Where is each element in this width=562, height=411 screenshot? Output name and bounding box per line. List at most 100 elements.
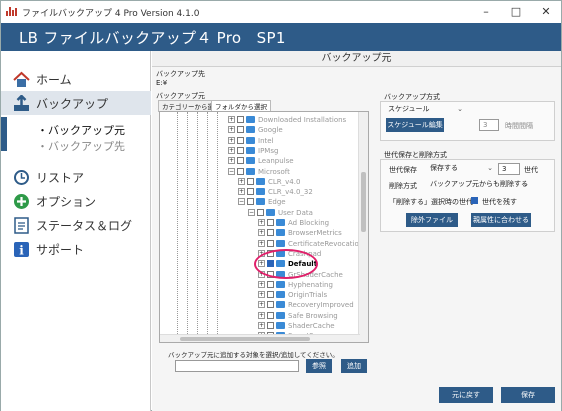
exclude-files-button[interactable]: 除外ファイル: [406, 213, 458, 227]
expand-icon[interactable]: +: [258, 239, 265, 247]
tree-node-checkbox[interactable]: [247, 177, 254, 185]
tree-node[interactable]: + Leanpulse: [160, 156, 360, 166]
tree-node-checkbox[interactable]: [267, 322, 274, 329]
tree-node-checkbox[interactable]: [267, 291, 274, 299]
sidebar-item-restore[interactable]: リストア: [1, 165, 151, 189]
sidebar-item-support[interactable]: i サポート: [1, 237, 151, 261]
folder-icon: [246, 167, 255, 175]
expand-icon[interactable]: +: [258, 322, 265, 329]
schedule-dropdown[interactable]: スケジュール ⌄: [385, 103, 465, 115]
tree-node-label: Downloaded Installations: [258, 116, 347, 124]
expand-icon[interactable]: +: [258, 291, 265, 299]
tree-node[interactable]: − Edge: [160, 197, 360, 207]
expand-icon[interactable]: +: [228, 146, 235, 154]
tree-node-label: OriginTrials: [288, 291, 328, 300]
tree-node-checkbox[interactable]: [237, 167, 244, 175]
tree-node[interactable]: + BrowserMetrics: [160, 228, 360, 238]
tree-node[interactable]: + Hyphenating: [160, 280, 360, 290]
tree-node-checkbox[interactable]: [267, 239, 274, 247]
tree-node-checkbox[interactable]: [247, 198, 254, 206]
sidebar-item-label: リストア: [36, 171, 85, 185]
tree-node-checkbox[interactable]: [267, 280, 274, 288]
folder-icon: [276, 322, 285, 329]
expand-icon[interactable]: +: [238, 188, 245, 196]
delete-method-dropdown[interactable]: バックアップ元からも削除する ⌄: [427, 178, 531, 190]
tree-node-checkbox[interactable]: [257, 208, 264, 216]
tree-node[interactable]: + RecoveryImproved: [160, 300, 360, 310]
chevron-down-icon: ⌄: [523, 180, 529, 188]
expand-icon[interactable]: +: [228, 126, 235, 134]
generation-count-stepper[interactable]: 3: [498, 163, 520, 175]
tree-node-label: CLR_v4.0: [268, 177, 301, 186]
browse-button[interactable]: 参照: [306, 359, 332, 373]
edit-schedule-button[interactable]: スケジュール編集: [386, 118, 444, 132]
tree-node[interactable]: + OriginTrials: [160, 290, 360, 300]
tree-node-label: BrowserMetrics: [288, 229, 342, 238]
save-generations-dropdown[interactable]: 保存する ⌄: [427, 162, 495, 174]
tree-node-checkbox[interactable]: [247, 188, 254, 196]
source-path-input[interactable]: [175, 360, 299, 372]
save-button[interactable]: 保存: [501, 387, 555, 403]
tree-node-checkbox[interactable]: [267, 229, 274, 237]
folder-tree[interactable]: + Downloaded Installations + Google + Intel + I…: [159, 111, 369, 343]
collapse-icon[interactable]: −: [248, 208, 255, 216]
tree-node-checkbox[interactable]: [237, 126, 244, 134]
tree-node[interactable]: + CLR_v4.0: [160, 177, 360, 187]
folder-icon: [276, 301, 285, 309]
undo-button[interactable]: 元に戻す: [439, 387, 493, 403]
add-button[interactable]: 追加: [341, 359, 367, 373]
close-button[interactable]: ✕: [531, 1, 561, 23]
sidebar-item-options[interactable]: オプション: [1, 189, 151, 213]
tree-node[interactable]: + ShaderCache: [160, 321, 360, 331]
folder-icon: [246, 157, 255, 165]
tree-vertical-scrollbar[interactable]: [358, 112, 368, 342]
tree-node[interactable]: + IPMsg: [160, 146, 360, 156]
tree-node-checkbox[interactable]: [237, 157, 244, 165]
destination-label: バックアップ先: [156, 70, 205, 78]
keep-generations-checkbox[interactable]: [471, 197, 478, 204]
tree-node-checkbox[interactable]: [237, 116, 244, 123]
expand-icon[interactable]: +: [238, 177, 245, 185]
sidebar-subitem-destination[interactable]: ・バックアップ先: [37, 138, 125, 154]
maximize-button[interactable]: □: [501, 1, 531, 23]
expand-icon[interactable]: +: [258, 311, 265, 319]
expand-icon[interactable]: +: [258, 280, 265, 288]
folder-icon: [276, 291, 285, 299]
tree-node[interactable]: + Google: [160, 125, 360, 135]
expand-icon[interactable]: +: [228, 116, 235, 123]
interval-stepper[interactable]: 3: [479, 119, 499, 131]
expand-icon[interactable]: +: [258, 219, 265, 226]
tree-node[interactable]: − Microsoft: [160, 167, 360, 177]
active-section-bar: [1, 117, 7, 151]
delete-method-label: 削除方式: [389, 182, 417, 190]
delete-method-value: バックアップ元からも削除する: [430, 180, 528, 188]
sidebar-item-status-log[interactable]: ステータス＆ログ: [1, 213, 151, 237]
tree-node-checkbox[interactable]: [267, 219, 274, 226]
tree-node[interactable]: + CertificateRevocation: [160, 239, 363, 249]
tree-node[interactable]: + Safe Browsing: [160, 311, 360, 321]
expand-icon[interactable]: +: [258, 301, 265, 309]
sidebar-item-home[interactable]: ホーム: [1, 67, 151, 91]
folder-icon: [256, 198, 265, 206]
tree-node-checkbox[interactable]: [237, 136, 244, 144]
sidebar-item-backup[interactable]: バックアップ: [1, 91, 151, 115]
sidebar-subitem-source[interactable]: ・バックアップ元: [37, 122, 125, 138]
tree-node-label: Intel: [258, 136, 274, 145]
tree-node-checkbox[interactable]: [237, 146, 244, 154]
options-icon: [14, 194, 29, 209]
tree-horizontal-scrollbar[interactable]: [160, 334, 360, 342]
collapse-icon[interactable]: −: [238, 198, 245, 206]
expand-icon[interactable]: +: [258, 229, 265, 237]
collapse-icon[interactable]: −: [228, 167, 235, 175]
tree-node[interactable]: + Ad Blocking: [160, 218, 360, 228]
expand-icon[interactable]: +: [228, 157, 235, 165]
match-parent-attributes-button[interactable]: 親属性に合わせる: [471, 213, 531, 227]
tree-node-checkbox[interactable]: [267, 311, 274, 319]
tree-node[interactable]: + CLR_v4.0_32: [160, 187, 360, 197]
tree-node[interactable]: + Intel: [160, 136, 360, 146]
tree-node[interactable]: − User Data: [160, 208, 360, 218]
tree-node[interactable]: + Downloaded Installations: [160, 115, 360, 125]
minimize-button[interactable]: –: [471, 1, 501, 23]
tree-node-checkbox[interactable]: [267, 301, 274, 309]
expand-icon[interactable]: +: [228, 136, 235, 144]
